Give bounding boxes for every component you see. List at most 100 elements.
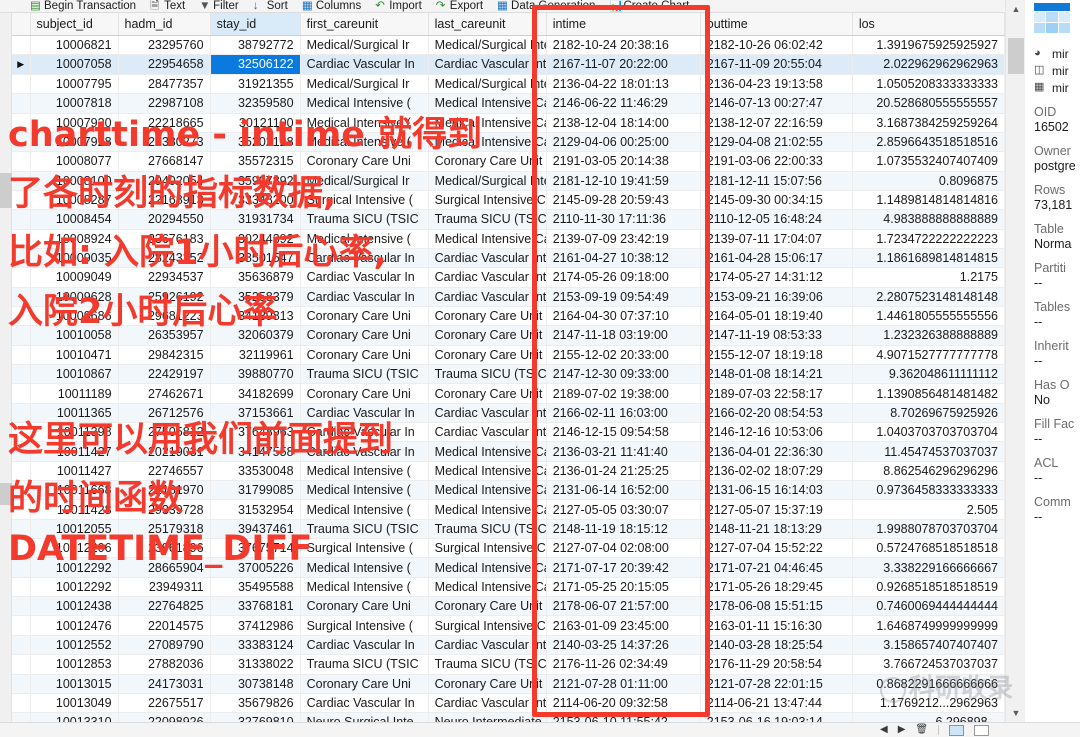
row-marker[interactable] <box>12 248 31 269</box>
cell-last-careunit[interactable]: Coronary Care Unit (CCU <box>428 674 547 694</box>
column-header-los[interactable]: los <box>852 13 1005 36</box>
cell-subject-id[interactable]: 10007818 <box>30 93 119 114</box>
cell-subject-id[interactable]: 10009049 <box>30 267 119 288</box>
cell-last-careunit[interactable]: Cardiac Vascular Intens v <box>428 54 547 75</box>
cell-intime[interactable]: 2121-07-28 01:11:00 <box>546 674 701 694</box>
cell-outtime[interactable]: 2145-09-30 00:34:15 <box>700 190 853 211</box>
cell-intime[interactable]: 2178-06-07 21:57:00 <box>546 596 701 617</box>
table-row[interactable]: 100133102209892632769810Neuro Surgical I… <box>12 712 1005 722</box>
toolbar-create-chart[interactable]: 📊 Create Chart <box>609 0 689 12</box>
row-marker[interactable] <box>12 151 31 172</box>
row-marker[interactable] <box>12 345 31 366</box>
cell-hadm-id[interactable]: 27882036 <box>118 654 211 675</box>
cell-stay-id[interactable]: 32769810 <box>210 712 301 722</box>
cell-last-careunit[interactable]: Trauma SICU (TSICU) <box>428 209 547 230</box>
result-grid[interactable]: subject_id hadm_id stay_id first_careuni… <box>12 13 1005 722</box>
cell-los[interactable]: 1.0735532407407409 <box>852 151 1005 172</box>
cell-los[interactable]: 0.9736458333333333 <box>852 480 1005 501</box>
cell-first-careunit[interactable]: Surgical Intensive ( <box>300 615 429 636</box>
cell-stay-id[interactable]: 33348200 <box>210 190 301 211</box>
cell-last-careunit[interactable]: Medical Intensive Care U <box>428 480 547 501</box>
cell-hadm-id[interactable]: 26353957 <box>118 325 211 346</box>
cell-hadm-id[interactable]: 20380273 <box>118 132 211 153</box>
cell-last-careunit[interactable]: Coronary Care Unit (CCU <box>428 306 547 327</box>
cell-los[interactable]: 0.8682291666666666 <box>852 674 1005 694</box>
row-marker[interactable] <box>12 229 31 249</box>
cell-subject-id[interactable]: 10011189 <box>30 383 119 404</box>
cell-first-careunit[interactable]: Cardiac Vascular In <box>300 267 429 288</box>
cell-los[interactable]: 1.9988078703703704 <box>852 519 1005 540</box>
cell-outtime[interactable]: 2181-12-11 15:07:56 <box>700 171 853 191</box>
cell-first-careunit[interactable]: Medical Intensive ( <box>300 461 429 482</box>
cell-first-careunit[interactable]: Surgical Intensive ( <box>300 538 429 559</box>
cell-stay-id[interactable]: 35258379 <box>210 287 301 307</box>
cell-last-careunit[interactable]: Coronary Care Unit (CCU <box>428 325 547 346</box>
cell-stay-id[interactable]: 32506122 <box>210 54 301 75</box>
cell-outtime[interactable]: 2114-06-21 13:47:44 <box>700 693 853 714</box>
row-marker[interactable] <box>12 209 31 230</box>
table-row[interactable]: 10012292 28665904 37005226 Medical Intensiv… <box>12 557 1005 578</box>
cell-last-careunit[interactable]: Coronary Care Unit (CCU <box>428 383 547 404</box>
cell-stay-id[interactable]: 31799085 <box>210 480 301 501</box>
cell-outtime[interactable]: 2174-05-27 14:31:12 <box>700 267 853 288</box>
cell-intime[interactable]: 2114-06-20 09:32:58 <box>546 693 701 714</box>
scroll-down-icon[interactable]: ▼ <box>1006 704 1026 722</box>
table-row[interactable]: ▶ 10007058 22954658 32506122 Cardiac Vascula… <box>12 54 1005 75</box>
cell-stay-id[interactable]: 34147558 <box>210 441 301 462</box>
cell-hadm-id[interactable]: 25926192 <box>118 287 211 307</box>
cell-outtime[interactable]: 2191-03-06 22:00:33 <box>700 151 853 172</box>
column-header-hadm-id[interactable]: hadm_id <box>118 13 211 36</box>
cell-first-careunit[interactable]: Medical/Surgical Ir <box>300 171 429 191</box>
cell-first-careunit[interactable]: Cardiac Vascular In <box>300 422 429 443</box>
row-marker[interactable] <box>12 596 31 617</box>
cell-subject-id[interactable]: 10011427 <box>30 441 119 462</box>
cell-subject-id[interactable]: 10012055 <box>30 519 119 540</box>
cell-intime[interactable]: 2147-12-30 09:33:00 <box>546 364 701 385</box>
cell-hadm-id[interactable]: 29842315 <box>118 345 211 366</box>
cell-last-careunit[interactable]: Surgical Intensive Care U <box>428 615 547 636</box>
toolbar-sort[interactable]: ↓ Sort <box>253 0 288 12</box>
cell-hadm-id[interactable]: 20219031 <box>118 441 211 462</box>
table-row[interactable]: 10011365 26712576 37153661 Cardiac Vascular… <box>12 403 1005 424</box>
cell-outtime[interactable]: 2110-12-05 16:48:24 <box>700 209 853 230</box>
cell-last-careunit[interactable]: Trauma SICU (TSICU) <box>428 654 547 675</box>
delete-row-icon[interactable]: 🗑 <box>915 725 928 735</box>
cell-intime[interactable]: 2171-07-17 20:39:42 <box>546 557 701 578</box>
table-row[interactable]: 10011428 29339728 31532954 Medical Intensiv… <box>12 499 1005 520</box>
cell-last-careunit[interactable]: Cardiac Vascular Intens v <box>428 635 547 656</box>
table-row[interactable]: 10007795 28477357 31921355 Medical/Surgical… <box>12 74 1005 95</box>
cell-subject-id[interactable]: 10009628 <box>30 287 119 307</box>
row-marker[interactable] <box>12 35 31 55</box>
table-row[interactable]: 10008924 23676183 30244392 Medical Intensiv… <box>12 229 1005 249</box>
cell-first-careunit[interactable]: Medical Intensive ( <box>300 93 429 114</box>
column-header-last-careunit[interactable]: last_careunit <box>428 13 547 36</box>
cell-stay-id[interactable]: 33383124 <box>210 635 301 656</box>
cell-hadm-id[interactable]: 22746557 <box>118 461 211 482</box>
column-header-outtime[interactable]: outtime <box>700 13 853 36</box>
cell-subject-id[interactable]: 10008454 <box>30 209 119 230</box>
row-marker[interactable] <box>12 171 31 191</box>
cell-first-careunit[interactable]: Neuro Surgical Inte <box>300 712 429 722</box>
column-header-intime[interactable]: intime <box>546 13 701 36</box>
cell-hadm-id[interactable]: 26712576 <box>118 403 211 424</box>
cell-first-careunit[interactable]: Medical Intensive ( <box>300 113 429 133</box>
cell-stay-id[interactable]: 34182699 <box>210 383 301 404</box>
cell-intime[interactable]: 2153-09-19 09:54:49 <box>546 287 701 307</box>
table-row[interactable]: 10012292 23949311 35495588 Medical Intensiv… <box>12 577 1005 598</box>
cell-los[interactable]: 4.9071527777777778 <box>852 345 1005 366</box>
table-row[interactable]: 10007920 22218665 30121190 Medical Intensiv… <box>12 113 1005 133</box>
table-row[interactable]: 10011398 27505812 37648963 Cardiac Vascular… <box>12 422 1005 443</box>
cell-last-careunit[interactable]: Trauma SICU (TSICU) <box>428 364 547 385</box>
cell-los[interactable]: 9.362048611111112 <box>852 364 1005 385</box>
cell-stay-id[interactable]: 39880770 <box>210 364 301 385</box>
row-marker[interactable] <box>12 287 31 307</box>
cell-intime[interactable]: 2176-11-26 02:34:49 <box>546 654 701 675</box>
cell-intime[interactable]: 2146-12-15 09:54:58 <box>546 422 701 443</box>
table-row[interactable]: 10009035 28243352 38501547 Cardiac Vascular… <box>12 248 1005 269</box>
cell-los[interactable]: 0.9268518518518519 <box>852 577 1005 598</box>
cell-outtime[interactable]: 2153-09-21 16:39:06 <box>700 287 853 307</box>
cell-subject-id[interactable]: 10010867 <box>30 364 119 385</box>
cell-stay-id[interactable]: 35997892 <box>210 171 301 191</box>
cell-first-careunit[interactable]: Medical Intensive ( <box>300 499 429 520</box>
column-header-stay-id[interactable]: stay_id <box>210 13 301 36</box>
